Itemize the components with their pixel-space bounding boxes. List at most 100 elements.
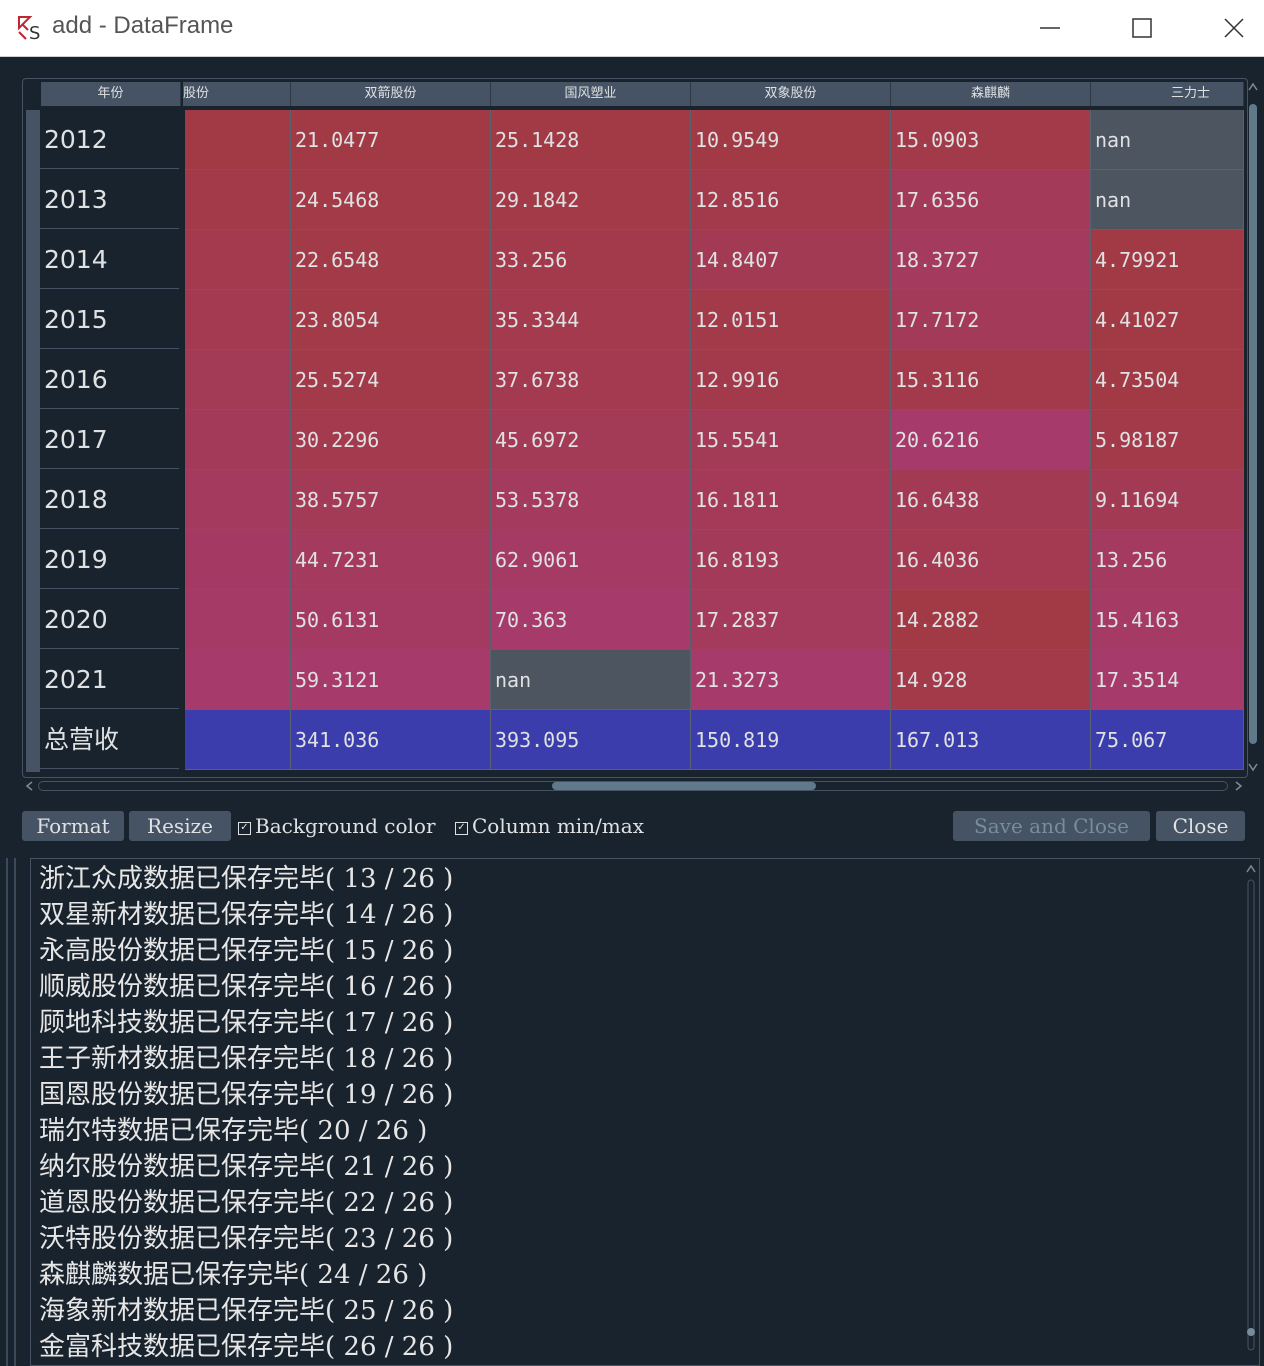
table-cell[interactable]: 167.013 — [891, 710, 1091, 770]
table-cell[interactable]: 59.3121 — [291, 650, 491, 710]
column-header[interactable]: 股份 — [183, 82, 291, 106]
table-cell[interactable]: 15.3116 — [891, 350, 1091, 410]
row-label[interactable]: 总营收 — [40, 710, 179, 769]
table-cell[interactable]: 62.9061 — [491, 530, 691, 590]
vertical-scrollbar[interactable] — [1246, 80, 1260, 774]
close-window-button[interactable] — [1188, 0, 1264, 56]
table-cell[interactable]: 16.6438 — [891, 470, 1091, 530]
table-cell[interactable]: 30.2296 — [291, 410, 491, 470]
horizontal-scroll-thumb[interactable] — [552, 782, 816, 790]
table-cell[interactable]: 75.067 — [1091, 710, 1244, 770]
table-cell[interactable]: 25.1428 — [491, 110, 691, 170]
scroll-left-icon[interactable] — [24, 780, 36, 792]
table-cell[interactable]: 70.363 — [491, 590, 691, 650]
table-cell[interactable]: 23.8054 — [291, 290, 491, 350]
table-cell[interactable] — [185, 470, 291, 530]
table-cell[interactable]: 53.5378 — [491, 470, 691, 530]
table-cell[interactable]: 4.79921 — [1091, 230, 1244, 290]
table-cell[interactable]: 14.2882 — [891, 590, 1091, 650]
table-cell[interactable] — [185, 590, 291, 650]
table-cell[interactable]: 29.1842 — [491, 170, 691, 230]
column-minmax-checkbox[interactable]: ✓ Column min/max — [455, 811, 644, 841]
table-cell[interactable]: 35.3344 — [491, 290, 691, 350]
table-cell[interactable]: 44.7231 — [291, 530, 491, 590]
table-cell[interactable] — [185, 650, 291, 710]
table-cell[interactable]: 21.3273 — [691, 650, 891, 710]
console-scrollbar[interactable] — [1244, 862, 1258, 1362]
table-cell[interactable]: 17.6356 — [891, 170, 1091, 230]
table-cell[interactable] — [185, 110, 291, 170]
table-cell[interactable]: nan — [491, 650, 691, 710]
row-label[interactable]: 2021 — [40, 650, 179, 709]
table-cell[interactable]: 15.5541 — [691, 410, 891, 470]
column-header[interactable]: 森麒麟 — [891, 82, 1091, 106]
table-cell[interactable]: 12.9916 — [691, 350, 891, 410]
window-title: add - DataFrame — [52, 12, 234, 39]
maximize-button[interactable] — [1096, 0, 1188, 56]
resize-button[interactable]: Resize — [129, 811, 231, 841]
table-cell[interactable]: 12.8516 — [691, 170, 891, 230]
row-label[interactable]: 2017 — [40, 410, 179, 469]
table-cell[interactable]: 15.4163 — [1091, 590, 1244, 650]
column-header[interactable]: 三力士 — [1091, 82, 1244, 106]
table-cell[interactable] — [185, 290, 291, 350]
table-cell[interactable]: 4.73504 — [1091, 350, 1244, 410]
row-label[interactable]: 2018 — [40, 470, 179, 529]
save-and-close-button[interactable]: Save and Close — [953, 811, 1150, 841]
table-cell[interactable]: 17.7172 — [891, 290, 1091, 350]
table-cell[interactable]: 25.5274 — [291, 350, 491, 410]
row-label[interactable]: 2020 — [40, 590, 179, 649]
table-cell[interactable]: nan — [1091, 170, 1244, 230]
column-header[interactable]: 双箭股份 — [291, 82, 491, 106]
minimize-button[interactable] — [1004, 0, 1096, 56]
table-cell[interactable] — [185, 530, 291, 590]
table-cell[interactable]: 16.8193 — [691, 530, 891, 590]
table-cell[interactable]: 17.3514 — [1091, 650, 1244, 710]
table-cell[interactable]: 12.0151 — [691, 290, 891, 350]
index-header[interactable]: 年份 — [41, 82, 181, 106]
table-cell[interactable]: 16.4036 — [891, 530, 1091, 590]
table-cell[interactable]: 18.3727 — [891, 230, 1091, 290]
table-cell[interactable]: 16.1811 — [691, 470, 891, 530]
table-cell[interactable] — [185, 230, 291, 290]
table-cell[interactable]: 150.819 — [691, 710, 891, 770]
table-cell[interactable]: 21.0477 — [291, 110, 491, 170]
row-label[interactable]: 2012 — [40, 110, 179, 169]
table-cell[interactable]: nan — [1091, 110, 1244, 170]
table-cell[interactable]: 14.8407 — [691, 230, 891, 290]
row-label[interactable]: 2013 — [40, 170, 179, 229]
table-cell[interactable]: 9.11694 — [1091, 470, 1244, 530]
console-output[interactable]: 浙江众成数据已保存完毕( 13 / 26 ) 双星新材数据已保存完毕( 14 / … — [30, 858, 1260, 1366]
table-cell[interactable]: 17.2837 — [691, 590, 891, 650]
table-cell[interactable]: 45.6972 — [491, 410, 691, 470]
table-cell[interactable] — [185, 710, 291, 770]
close-button[interactable]: Close — [1156, 811, 1245, 841]
table-cell[interactable]: 24.5468 — [291, 170, 491, 230]
row-label[interactable]: 2016 — [40, 350, 179, 409]
table-cell[interactable]: 15.0903 — [891, 110, 1091, 170]
table-cell[interactable]: 5.98187 — [1091, 410, 1244, 470]
table-cell[interactable]: 20.6216 — [891, 410, 1091, 470]
table-cell[interactable]: 14.928 — [891, 650, 1091, 710]
table-cell[interactable]: 13.256 — [1091, 530, 1244, 590]
table-cell[interactable] — [185, 170, 291, 230]
table-cell[interactable]: 4.41027 — [1091, 290, 1244, 350]
table-cell[interactable]: 50.6131 — [291, 590, 491, 650]
column-header[interactable]: 双象股份 — [691, 82, 891, 106]
table-cell[interactable] — [185, 410, 291, 470]
row-label[interactable]: 2019 — [40, 530, 179, 589]
background-color-checkbox[interactable]: ✓ Background color — [238, 811, 436, 841]
table-cell[interactable]: 37.6738 — [491, 350, 691, 410]
row-label[interactable]: 2014 — [40, 230, 179, 289]
table-cell[interactable]: 22.6548 — [291, 230, 491, 290]
table-cell[interactable]: 393.095 — [491, 710, 691, 770]
format-button[interactable]: Format — [22, 811, 124, 841]
table-cell[interactable] — [185, 350, 291, 410]
table-cell[interactable]: 341.036 — [291, 710, 491, 770]
table-cell[interactable]: 38.5757 — [291, 470, 491, 530]
table-cell[interactable]: 10.9549 — [691, 110, 891, 170]
row-label[interactable]: 2015 — [40, 290, 179, 349]
scroll-right-icon[interactable] — [1232, 780, 1244, 792]
column-header[interactable]: 国风塑业 — [491, 82, 691, 106]
table-cell[interactable]: 33.256 — [491, 230, 691, 290]
